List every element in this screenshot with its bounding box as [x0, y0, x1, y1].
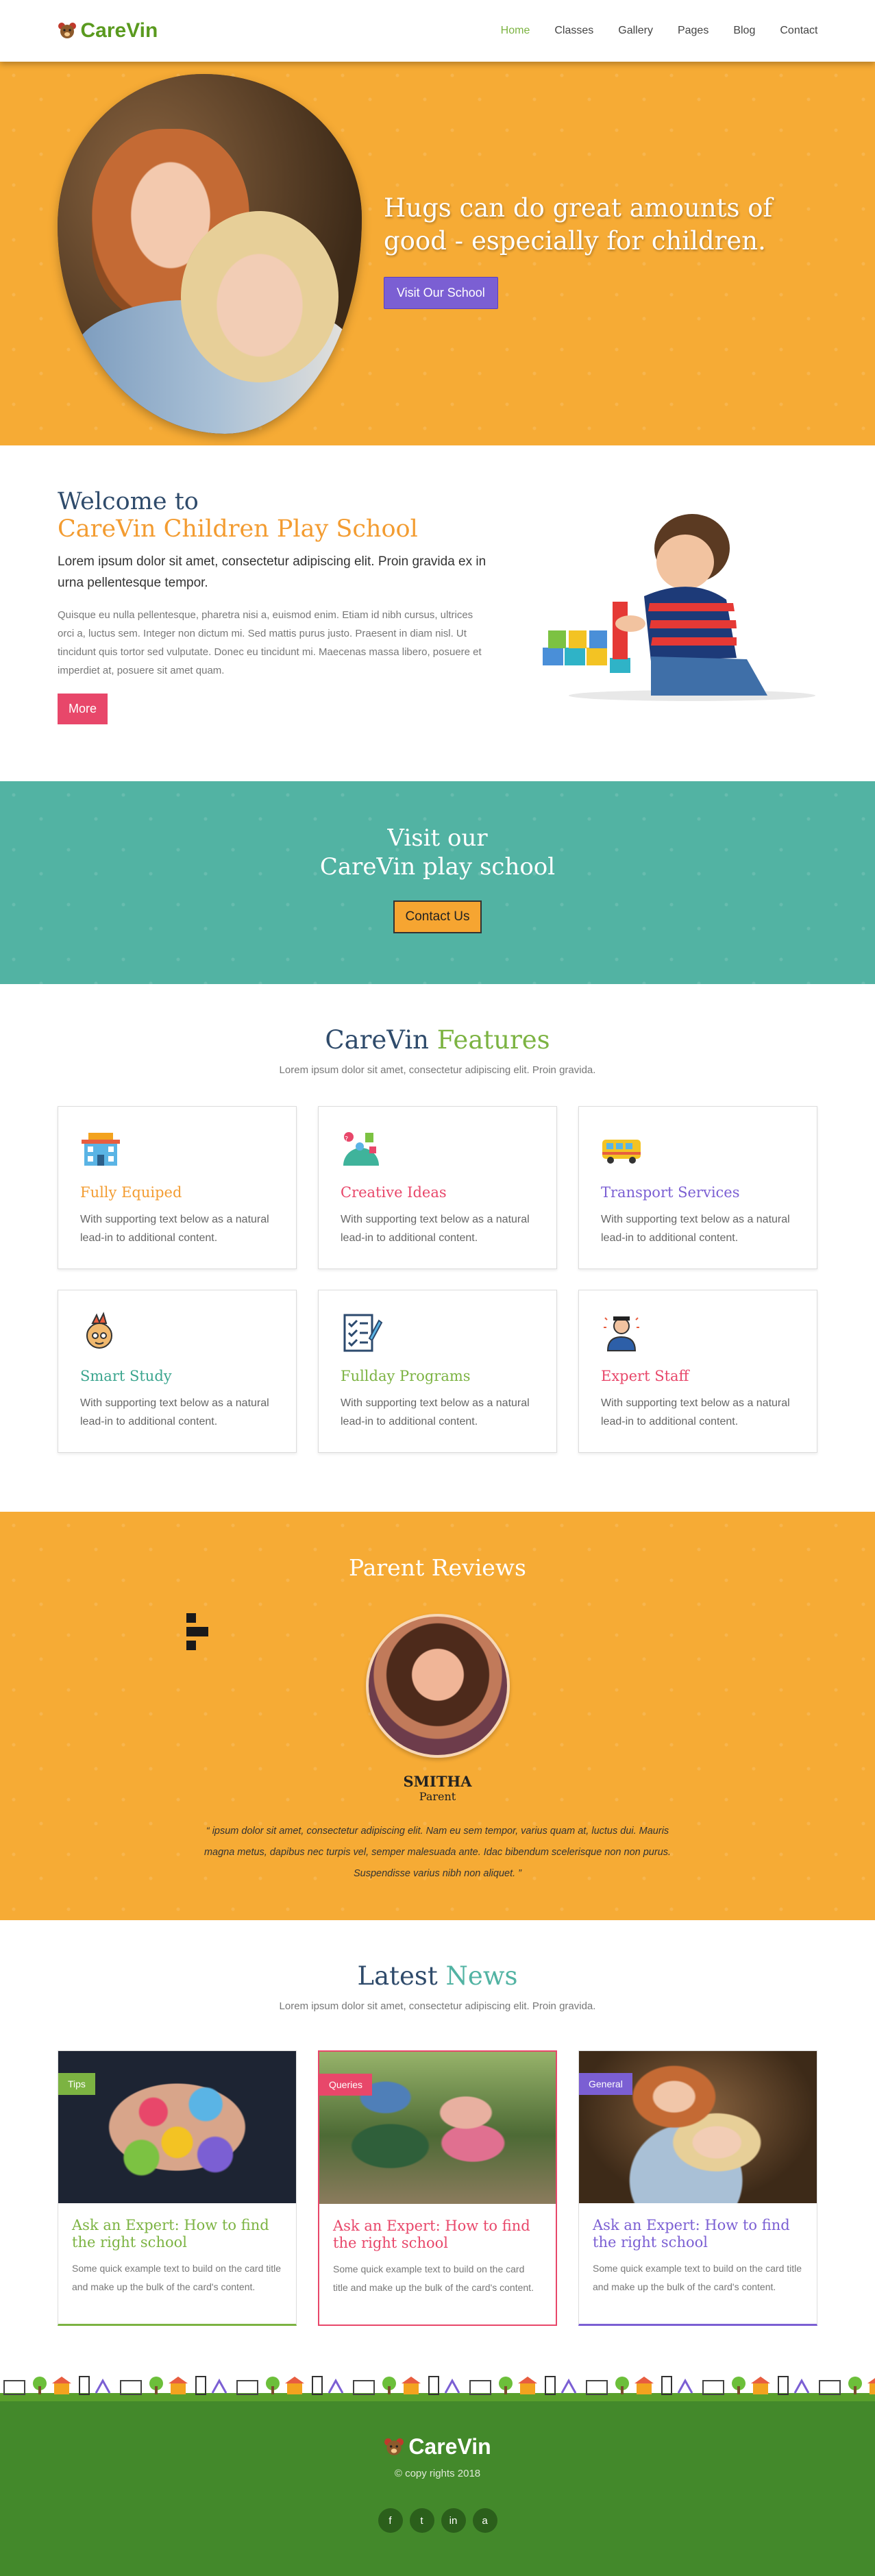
- feature-text: With supporting text below as a natural …: [341, 1214, 530, 1244]
- copyright: © copy rights 2018: [394, 2468, 481, 2479]
- feature-card: Fullday Programs With supporting text be…: [318, 1290, 557, 1453]
- nav-classes[interactable]: Classes: [554, 25, 593, 37]
- nav-blog[interactable]: Blog: [733, 25, 755, 37]
- visit-school-button[interactable]: Visit Our School: [384, 277, 498, 309]
- features-section: CareVin Features Lorem ipsum dolor sit a…: [0, 984, 875, 1512]
- news-card-title[interactable]: Ask an Expert: How to find the right sch…: [72, 2217, 282, 2251]
- welcome-title-line2: CareVin Children Play School: [58, 515, 418, 543]
- visit-title-line2: CareVin play school: [319, 853, 556, 881]
- school-building-icon: [82, 1133, 120, 1166]
- reviews-section: Parent Reviews SMITHA Parent “ ipsum dol…: [0, 1512, 875, 1920]
- facebook-icon[interactable]: f: [378, 2508, 403, 2533]
- news-cards: Tips Ask an Expert: How to find the righ…: [0, 2050, 875, 2326]
- twitter-icon[interactable]: t: [409, 2508, 434, 2533]
- reviewer-role: Parent: [419, 1790, 456, 1803]
- brand-name: CareVin: [80, 19, 158, 42]
- reviewer-avatar: [365, 1614, 510, 1758]
- site-footer: CareVin © copy rights 2018 f t in a: [0, 2401, 875, 2576]
- contact-us-button[interactable]: Contact Us: [393, 900, 482, 933]
- news-card[interactable]: General Ask an Expert: How to find the r…: [578, 2050, 817, 2326]
- news-tag[interactable]: General: [579, 2073, 632, 2095]
- bear-logo-icon: [58, 23, 76, 38]
- news-card[interactable]: Queries Ask an Expert: How to find the r…: [318, 2050, 557, 2326]
- feature-text: With supporting text below as a natural …: [601, 1214, 790, 1244]
- features-title: CareVin Features: [0, 984, 875, 1055]
- svg-text:?: ?: [345, 1136, 348, 1143]
- smart-study-icon: [86, 1312, 112, 1349]
- footer-brand: CareVin: [408, 2434, 491, 2459]
- news-card-text: Some quick example text to build on the …: [593, 2263, 802, 2292]
- features-title-b: Features: [436, 1025, 550, 1055]
- main-nav: Home Classes Gallery Pages Blog Contact: [501, 25, 818, 37]
- feature-text: With supporting text below as a natural …: [80, 1214, 269, 1244]
- news-title-a: Latest: [357, 1961, 438, 1991]
- review-quote: “ ipsum dolor sit amet, consectetur adip…: [204, 1826, 671, 1879]
- news-title-b: News: [445, 1961, 518, 1991]
- features-title-a: CareVin: [325, 1025, 430, 1055]
- playground-border: [0, 2366, 875, 2401]
- quote-marker-icon: [186, 1613, 208, 1650]
- feature-title: Creative Ideas: [341, 1184, 447, 1201]
- news-tag[interactable]: Queries: [319, 2074, 373, 2096]
- nav-home[interactable]: Home: [501, 25, 530, 37]
- features-grid: Fully Equiped With supporting text below…: [0, 1106, 875, 1453]
- checklist-icon: [343, 1314, 383, 1352]
- news-card-text: Some quick example text to build on the …: [333, 2264, 534, 2293]
- news-card-text: Some quick example text to build on the …: [72, 2263, 282, 2292]
- hero-title: Hugs can do great amounts of good - espe…: [384, 193, 773, 256]
- feature-text: With supporting text below as a natural …: [601, 1397, 790, 1427]
- news-card-title[interactable]: Ask an Expert: How to find the right sch…: [593, 2217, 803, 2251]
- hero-section: Hugs can do great amounts of good - espe…: [0, 62, 875, 445]
- review-quote-text: ipsum dolor sit amet, consectetur adipis…: [204, 1826, 671, 1879]
- feature-text: With supporting text below as a natural …: [80, 1397, 269, 1427]
- feature-card: ? Creative Ideas With supporting text be…: [318, 1106, 557, 1269]
- nav-pages[interactable]: Pages: [678, 25, 708, 37]
- expert-staff-icon: [604, 1316, 639, 1351]
- welcome-title: Welcome to CareVin Children Play School: [58, 488, 489, 543]
- footer-logo[interactable]: CareVin: [0, 2401, 875, 2460]
- news-card-title[interactable]: Ask an Expert: How to find the right sch…: [333, 2218, 542, 2252]
- feature-title: Fully Equiped: [80, 1184, 182, 1201]
- hero-image: [58, 74, 362, 434]
- welcome-body: Quisque eu nulla pellentesque, pharetra …: [58, 609, 482, 676]
- news-subtitle: Lorem ipsum dolor sit amet, consectetur …: [279, 2000, 596, 2012]
- feature-card: Smart Study With supporting text below a…: [58, 1290, 297, 1453]
- social-links: f t in a: [0, 2508, 875, 2533]
- brand-logo[interactable]: CareVin: [58, 19, 158, 42]
- creative-ideas-icon: ?: [343, 1132, 379, 1166]
- reviews-title: Parent Reviews: [349, 1554, 526, 1581]
- site-header: CareVin Home Classes Gallery Pages Blog …: [0, 0, 875, 62]
- welcome-lead: Lorem ipsum dolor sit amet, consectetur …: [58, 554, 486, 590]
- visit-title-line1: Visit our: [387, 824, 488, 852]
- feature-card: Expert Staff With supporting text below …: [578, 1290, 817, 1453]
- feature-card: Transport Services With supporting text …: [578, 1106, 817, 1269]
- features-subtitle: Lorem ipsum dolor sit amet, consectetur …: [279, 1064, 596, 1076]
- visit-title: Visit our CareVin play school: [0, 781, 875, 881]
- nav-gallery[interactable]: Gallery: [618, 25, 653, 37]
- feature-title: Expert Staff: [601, 1368, 689, 1384]
- visit-section: Visit our CareVin play school Contact Us: [0, 781, 875, 984]
- feature-text: With supporting text below as a natural …: [341, 1397, 530, 1427]
- welcome-title-line1: Welcome to: [58, 488, 199, 515]
- news-tag[interactable]: Tips: [58, 2073, 95, 2095]
- school-bus-icon: [602, 1140, 641, 1164]
- toddler-blocks-image: [543, 514, 815, 701]
- more-button[interactable]: More: [58, 694, 108, 724]
- bear-logo-icon: [384, 2438, 404, 2455]
- news-section: Latest News Lorem ipsum dolor sit amet, …: [0, 1920, 875, 2366]
- feature-card: Fully Equiped With supporting text below…: [58, 1106, 297, 1269]
- feature-title: Fullday Programs: [341, 1368, 471, 1384]
- hero-text: Hugs can do great amounts of good - espe…: [384, 192, 809, 309]
- welcome-section: Welcome to CareVin Children Play School …: [0, 445, 875, 781]
- playground-border-illustration: [0, 2375, 875, 2401]
- feature-title: Transport Services: [601, 1184, 740, 1201]
- android-icon[interactable]: a: [472, 2508, 497, 2533]
- linkedin-icon[interactable]: in: [441, 2508, 466, 2533]
- reviewer-name: SMITHA: [403, 1773, 472, 1790]
- feature-title: Smart Study: [80, 1368, 172, 1384]
- nav-contact[interactable]: Contact: [780, 25, 817, 37]
- news-card[interactable]: Tips Ask an Expert: How to find the righ…: [58, 2050, 297, 2326]
- news-title: Latest News: [0, 1920, 875, 1991]
